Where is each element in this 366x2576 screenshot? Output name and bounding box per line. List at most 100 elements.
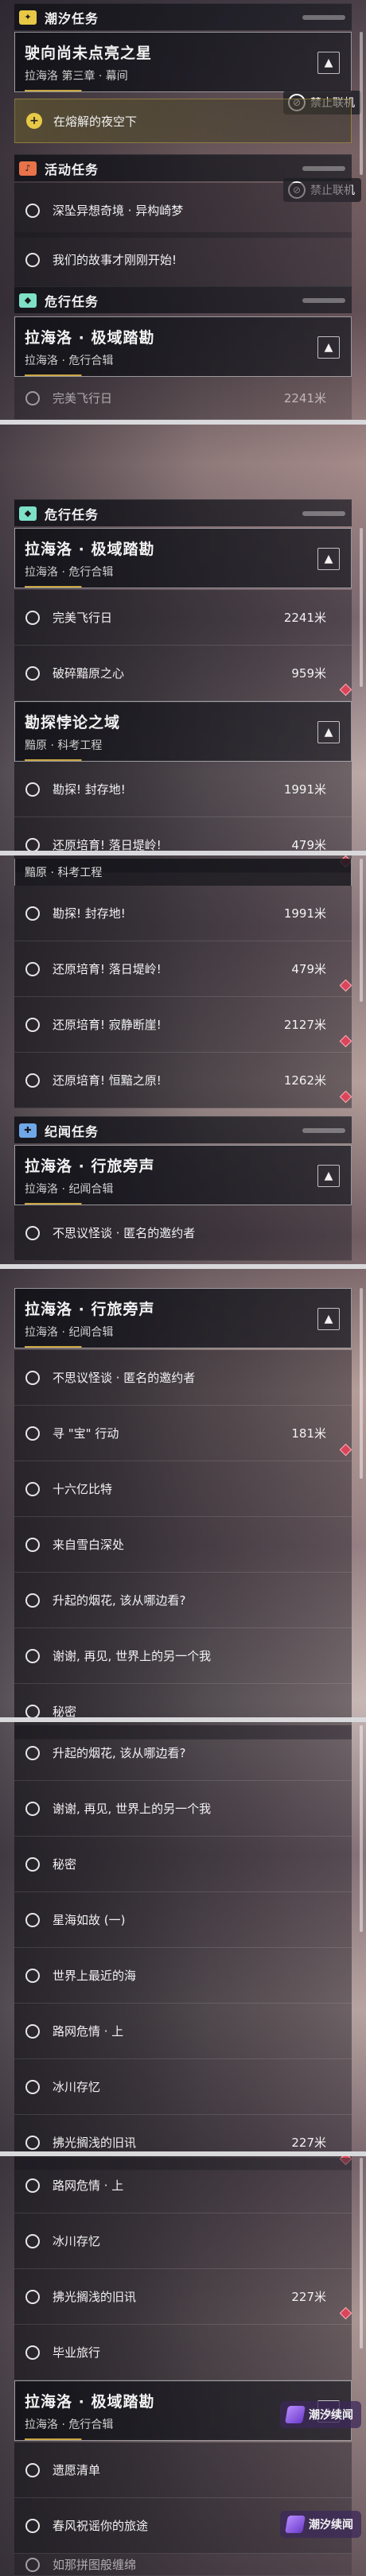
quest-item[interactable]: 谢谢, 再见, 世界上的另一个我: [14, 1781, 352, 1837]
quest-item[interactable]: 勘探! 封存地! 1991米: [14, 886, 352, 941]
quest-item-label: 路网危情 · 上: [53, 2178, 124, 2193]
status-circle-icon: [25, 1481, 40, 1496]
quest-item[interactable]: 世界上最近的海: [14, 1948, 352, 2004]
quest-item-label: 来自雪白深处: [53, 1538, 125, 1552]
status-circle-icon: [25, 203, 40, 218]
scrollbar[interactable]: [360, 1725, 363, 1932]
quest-distance: 479米: [291, 962, 326, 976]
quest-item-label: 路网危情 · 上: [53, 2024, 124, 2039]
quest-group-record_group[interactable]: 拉海洛 · 行旅旁声 拉海洛 · 纪闻合辑 ▲: [14, 1288, 352, 1348]
scrollbar[interactable]: [360, 859, 363, 1002]
status-circle-icon: [25, 837, 40, 852]
category-tag: [302, 165, 345, 171]
quest-item-label: 寻 "宝" 行动: [53, 1426, 119, 1441]
quest-item[interactable]: 十六亿比特: [14, 1461, 352, 1517]
quest-item[interactable]: 完美飞行日 2241米: [14, 377, 352, 420]
screenshot-separator: [0, 2151, 366, 2156]
category-header-danger[interactable]: ◆ 危行任务: [14, 286, 352, 313]
status-circle-icon: [25, 2233, 40, 2248]
quest-item[interactable]: 升起的烟花, 该从哪边看?: [14, 1573, 352, 1628]
quest-item[interactable]: 遗愿清单: [14, 2442, 352, 2498]
quest-group-subtitle: 黯原 · 科考工程: [25, 739, 103, 752]
screenshot-separator: [0, 1717, 366, 1722]
scrollbar[interactable]: [360, 528, 363, 687]
quest-item-label: 春风祝谣你的旅途: [53, 2519, 149, 2533]
quest-item-label: 完美飞行日: [53, 611, 113, 625]
quest-item[interactable]: 完美飞行日 2241米: [14, 590, 352, 646]
quest-group-tidal_group[interactable]: 驶向尚未点亮之星 拉海洛 第三章 · 幕间 ▲: [14, 32, 352, 92]
quest-item[interactable]: 星海如故 (一): [14, 1892, 352, 1948]
tracking-diamond-icon: [339, 979, 352, 992]
quest-item-label: 谢谢, 再见, 世界上的另一个我: [53, 1649, 212, 1663]
quest-item[interactable]: 深坠异想奇境 · 异构崎梦: [14, 183, 352, 239]
quest-item-label: 我们的故事才刚刚开始!: [53, 253, 177, 267]
category-title: 纪闻任务: [45, 1123, 99, 1139]
tidal-quest-item[interactable]: + 在熔解的夜空下: [14, 99, 352, 143]
status-circle-icon: [25, 1593, 40, 1608]
category-header-record[interactable]: ✚ 纪闻任务: [14, 1116, 352, 1143]
quest-group-danger_group_1[interactable]: 拉海洛 · 极域踏勘 拉海洛 · 危行合辑 ▲: [14, 528, 352, 588]
quest-item[interactable]: 毕业旅行: [14, 2325, 352, 2380]
category-header-danger[interactable]: ◆ 危行任务: [14, 499, 352, 526]
quest-item[interactable]: 升起的烟花, 该从哪边看?: [14, 1725, 352, 1781]
quest-group-title: 拉海洛 · 极域踏勘: [25, 328, 155, 347]
collapse-arrow-icon[interactable]: ▲: [317, 336, 340, 359]
quest-item[interactable]: 如那拼图般缠绵: [14, 2554, 352, 2576]
quest-item[interactable]: 冰川存忆: [14, 2213, 352, 2269]
quest-item-label: 遗愿清单: [53, 2463, 101, 2477]
status-circle-icon: [25, 1704, 40, 1719]
quest-item[interactable]: 谢谢, 再见, 世界上的另一个我: [14, 1628, 352, 1684]
quest-item[interactable]: 路网危情 · 上: [14, 2158, 352, 2213]
tidal-chat-icon: [285, 2406, 306, 2423]
quest-item[interactable]: 还原培育! 寂静断崖! 2127米: [14, 997, 352, 1053]
quest-item-label: 星海如故 (一): [53, 1913, 126, 1927]
tidal-chat-button[interactable]: 潮汐续闻: [280, 2511, 361, 2538]
quest-item-label: 还原培育! 落日堤岭!: [53, 962, 162, 976]
quest-group-danger_group_1[interactable]: 拉海洛 · 极域踏勘 拉海洛 · 危行合辑 ▲: [14, 316, 352, 377]
quest-group-record_group[interactable]: 拉海洛 · 行旅旁声 拉海洛 · 纪闻合辑 ▲: [14, 1145, 352, 1205]
category-tag: [302, 1127, 345, 1133]
quest-item[interactable]: 路网危情 · 上: [14, 2004, 352, 2059]
category-title: 危行任务: [45, 293, 99, 309]
quest-item[interactable]: 我们的故事才刚刚开始!: [14, 232, 352, 288]
status-circle-icon: [25, 2079, 40, 2094]
screenshot-separator: [0, 1264, 366, 1269]
status-circle-icon: [25, 2557, 40, 2572]
status-circle-icon: [25, 390, 40, 405]
info-icon: +: [26, 113, 42, 129]
quest-item[interactable]: 来自雪白深处: [14, 1517, 352, 1573]
quest-item[interactable]: 不思议怪谈 · 匿名的邀约者: [14, 1205, 352, 1261]
status-circle-icon: [25, 1426, 40, 1441]
status-circle-icon: [25, 1856, 40, 1872]
quest-item-label: 世界上最近的海: [53, 1969, 137, 1983]
scrollbar[interactable]: [360, 1288, 363, 1479]
category-header-event[interactable]: ♪ 活动任务: [14, 154, 352, 181]
quest-item[interactable]: 冰川存忆: [14, 2059, 352, 2115]
category-tag: [302, 297, 345, 303]
quest-item[interactable]: 破碎黯原之心 959米: [14, 646, 352, 701]
quest-item[interactable]: 还原培育! 落日堤岭! 479米: [14, 941, 352, 997]
collapse-arrow-icon[interactable]: ▲: [317, 721, 340, 743]
quest-item-label: 拂光搁浅的旧讯: [53, 2136, 137, 2150]
quest-item[interactable]: 秘密: [14, 1837, 352, 1892]
status-circle-icon: [25, 1912, 40, 1927]
quest-item-label: 毕业旅行: [53, 2345, 101, 2360]
status-circle-icon: [25, 906, 40, 921]
tidal-chat-label: 潮汐续闻: [309, 2519, 353, 2531]
collapse-arrow-icon[interactable]: ▲: [317, 548, 340, 570]
quest-item[interactable]: 拂光搁浅的旧讯 227米: [14, 2269, 352, 2325]
category-header-tidal[interactable]: ✦ 潮汐任务: [14, 3, 352, 30]
quest-item[interactable]: 不思议怪谈 · 匿名的邀约者: [14, 1350, 352, 1406]
collapse-arrow-icon[interactable]: ▲: [317, 1308, 340, 1330]
quest-item[interactable]: 勘探! 封存地! 1991米: [14, 762, 352, 817]
quest-item[interactable]: 还原培育! 恒黯之原! 1262米: [14, 1053, 352, 1108]
group-accent-line: [25, 2438, 341, 2440]
scrollbar[interactable]: [360, 2158, 363, 2349]
quest-item[interactable]: 寻 "宝" 行动 181米: [14, 1406, 352, 1461]
quest-group-danger_group_2[interactable]: 勘探悖论之域 黯原 · 科考工程 ▲: [14, 701, 352, 762]
collapse-arrow-icon[interactable]: ▲: [317, 1165, 340, 1187]
quest-distance: 1991米: [283, 782, 326, 797]
tidal-chat-button[interactable]: 潮汐续闻: [280, 2401, 361, 2428]
collapse-arrow-icon[interactable]: ▲: [317, 52, 340, 74]
scrollbar[interactable]: [360, 32, 363, 175]
